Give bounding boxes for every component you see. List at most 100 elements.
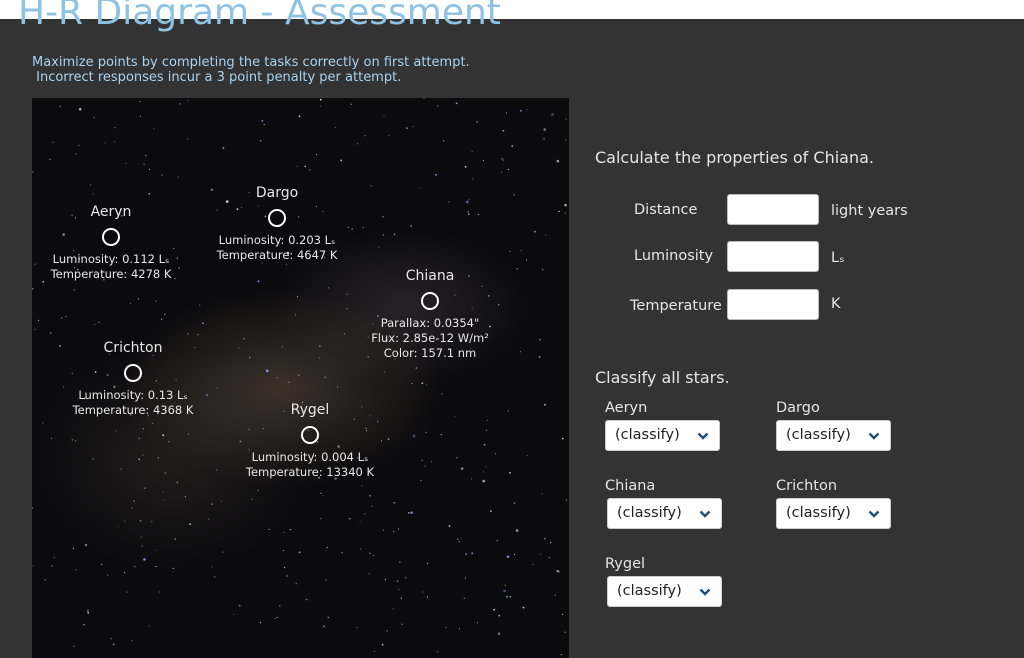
- background-star-dot: [257, 489, 259, 492]
- background-star-dot: [216, 387, 218, 389]
- background-star-dot: [155, 565, 157, 568]
- background-star-dot: [38, 319, 40, 321]
- background-star-dot: [334, 126, 336, 128]
- background-star-dot: [490, 510, 492, 512]
- background-star-dot: [399, 561, 401, 563]
- background-star-dot: [32, 287, 34, 290]
- background-star-dot: [211, 503, 213, 505]
- background-star-dot: [369, 494, 372, 497]
- background-star-dot: [346, 308, 348, 310]
- background-star-dot: [498, 614, 501, 617]
- background-star-dot: [496, 540, 498, 542]
- classify-dargo-select[interactable]: (classify): [776, 420, 891, 451]
- background-star-dot: [425, 384, 428, 386]
- calculate-heading: Calculate the properties of Chiana.: [595, 148, 874, 167]
- star-rygel-marker[interactable]: [301, 426, 319, 444]
- background-star-dot: [561, 437, 564, 440]
- background-star-dot: [503, 589, 506, 593]
- background-star-dot: [327, 616, 329, 619]
- background-star-dot: [412, 126, 414, 128]
- background-star-dot: [148, 192, 151, 195]
- background-star-dot: [482, 159, 484, 162]
- star-dargo-marker[interactable]: [268, 209, 286, 227]
- background-star-dot: [526, 455, 528, 457]
- classify-rygel-select[interactable]: (classify): [607, 576, 722, 607]
- background-star-dot: [49, 158, 51, 161]
- classify-aeryn-select[interactable]: (classify): [605, 420, 720, 451]
- background-star-dot: [382, 529, 384, 531]
- background-star-dot: [98, 321, 100, 323]
- background-star-dot: [155, 549, 157, 551]
- temperature-input[interactable]: [727, 289, 819, 320]
- background-star-dot: [50, 332, 52, 334]
- background-star-dot: [337, 386, 339, 388]
- background-star-dot: [84, 543, 88, 547]
- distance-input[interactable]: [727, 194, 819, 225]
- background-star-dot: [382, 234, 384, 236]
- star-chiana-parallax: Parallax: 0.0354": [380, 316, 480, 330]
- star-chiana-info: Parallax: 0.0354" Flux: 2.85e-12 W/m² Co…: [350, 316, 510, 361]
- background-star-dot: [233, 613, 235, 616]
- luminosity-label: Luminosity: [634, 248, 714, 264]
- classify-aeryn-label: Aeryn: [605, 400, 648, 416]
- background-star-dot: [284, 567, 286, 569]
- background-star-dot: [184, 496, 186, 498]
- background-star-dot: [509, 250, 511, 252]
- chevron-down-icon: [699, 510, 711, 518]
- luminosity-unit: Lₛ: [831, 250, 845, 266]
- background-star-dot: [92, 193, 94, 195]
- luminosity-input[interactable]: [727, 241, 819, 272]
- background-star-dot: [500, 171, 503, 173]
- star-rygel-name: Rygel: [290, 402, 330, 418]
- background-star-dot: [268, 528, 270, 530]
- background-star-dot: [466, 200, 469, 204]
- background-star-dot: [545, 234, 547, 236]
- star-crichton-marker[interactable]: [124, 364, 142, 382]
- background-star-dot: [141, 545, 143, 547]
- assessment-panel: Calculate the properties of Chiana. Dist…: [595, 0, 1015, 650]
- background-star-dot: [161, 174, 164, 176]
- background-star-dot: [42, 422, 44, 424]
- star-chiana-marker[interactable]: [421, 292, 439, 310]
- classify-chiana-select[interactable]: (classify): [607, 498, 722, 529]
- instructions-line-1: Maximize points by completing the tasks …: [32, 55, 470, 70]
- background-star-dot: [397, 528, 400, 530]
- background-star-dot: [543, 137, 545, 140]
- background-star-dot: [371, 505, 373, 507]
- background-star-dot: [282, 550, 284, 552]
- background-star-dot: [87, 609, 89, 612]
- background-star-dot: [564, 631, 566, 634]
- background-star-dot: [189, 523, 192, 525]
- background-star-dot: [65, 316, 67, 318]
- background-star-dot: [144, 487, 146, 489]
- background-star-dot: [526, 109, 528, 111]
- chevron-down-icon: [697, 432, 709, 440]
- star-crichton-luminosity: Luminosity: 0.13 Lₛ: [78, 388, 188, 402]
- background-star-dot: [176, 481, 179, 484]
- background-star-dot: [357, 143, 359, 145]
- background-star-dot: [407, 512, 410, 514]
- background-star-dot: [421, 382, 424, 385]
- background-star-dot: [159, 591, 161, 593]
- background-star-dot: [213, 576, 216, 578]
- background-star-dot: [51, 565, 53, 567]
- background-star-dot: [75, 569, 77, 571]
- background-star-dot: [478, 213, 480, 216]
- background-star-dot: [263, 123, 265, 126]
- background-star-dot: [276, 616, 278, 619]
- background-star-dot: [92, 458, 94, 460]
- star-field-image: Aeryn Luminosity: 0.112 Lₛ Temperature: …: [32, 98, 569, 658]
- chevron-down-icon: [699, 588, 711, 596]
- background-star-dot: [78, 107, 82, 111]
- star-aeryn-marker[interactable]: [102, 228, 120, 246]
- background-star-dot: [34, 328, 36, 331]
- background-star-dot: [296, 165, 299, 167]
- background-star-dot: [222, 147, 225, 149]
- background-star-dot: [504, 584, 506, 586]
- background-star-dot: [59, 105, 62, 108]
- star-chiana-color: Color: 157.1 nm: [383, 346, 477, 360]
- classify-crichton-select[interactable]: (classify): [776, 498, 891, 529]
- page-title: H-R Diagram - Assessment: [18, 0, 501, 33]
- background-star-dot: [34, 263, 36, 265]
- background-star-dot: [476, 120, 478, 123]
